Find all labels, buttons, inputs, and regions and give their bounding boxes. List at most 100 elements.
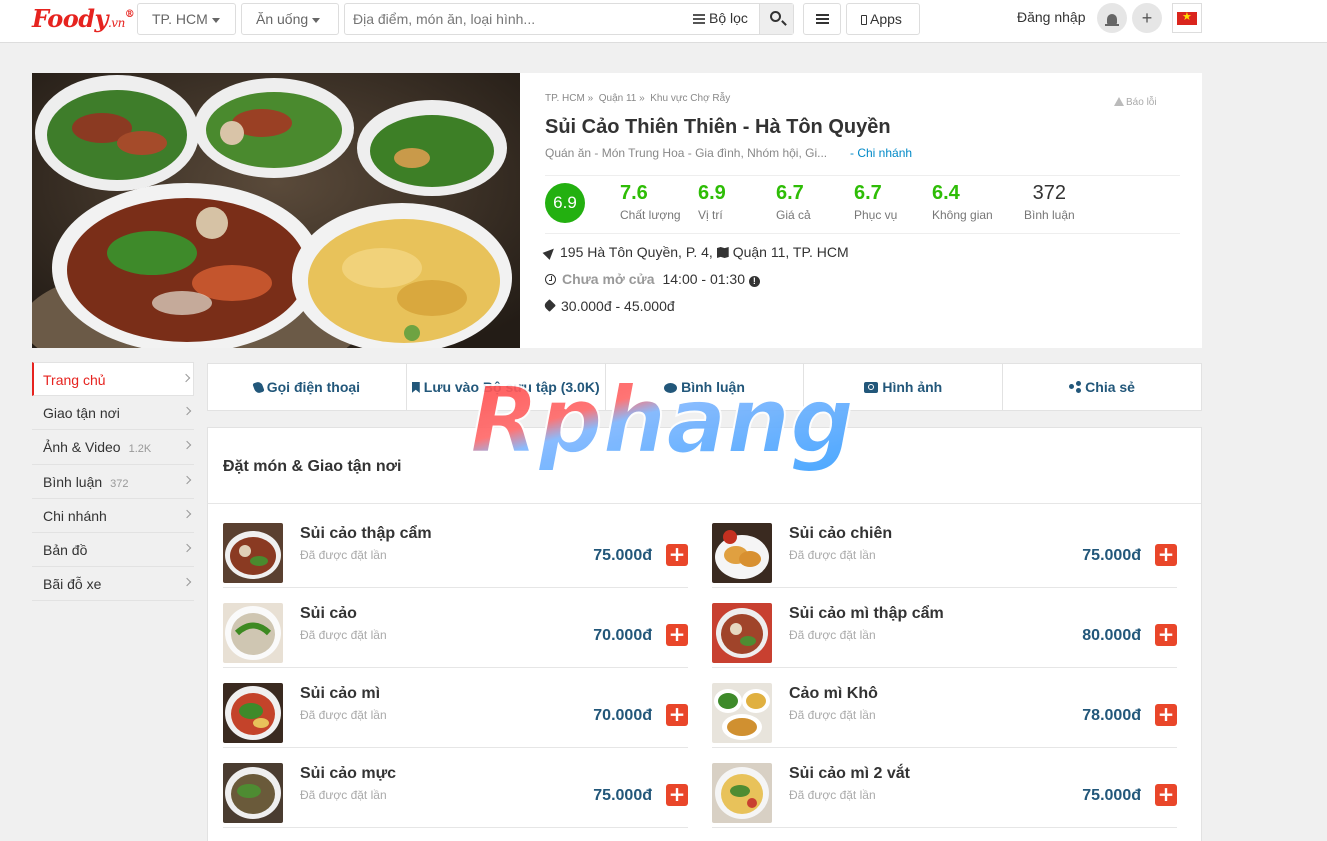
side-item-delivery[interactable]: Giao tận nơi bbox=[32, 396, 194, 431]
branch-link[interactable]: - Chi nhánh bbox=[850, 146, 912, 160]
dish-thumbnail[interactable] bbox=[223, 523, 283, 583]
dish-price: 70.000đ bbox=[593, 627, 652, 644]
mobile-icon bbox=[861, 15, 867, 25]
restaurant-name: Sủi Cảo Thiên Thiên - Hà Tôn Quyền bbox=[545, 116, 891, 138]
dish-order-count: Đã được đặt lần bbox=[300, 628, 387, 642]
score-service: 6.7 Phục vụ bbox=[854, 182, 898, 222]
add-place-button[interactable]: + bbox=[1132, 3, 1162, 33]
share-button[interactable]: Chia sẻ bbox=[1003, 364, 1201, 410]
dish-price: 80.000đ bbox=[1082, 627, 1141, 644]
breadcrumb-city[interactable]: TP. HCM bbox=[545, 93, 585, 104]
food-bowls-image bbox=[32, 73, 520, 348]
side-item-reviews[interactable]: Bình luận 372 bbox=[32, 465, 194, 499]
side-item-photos-videos[interactable]: Ảnh & Video 1.2K bbox=[32, 430, 194, 465]
language-button[interactable] bbox=[1172, 3, 1202, 33]
dish-thumbnail[interactable] bbox=[712, 523, 772, 583]
chevron-right-icon bbox=[182, 509, 192, 518]
dish-order-count: Đã được đặt lần bbox=[300, 708, 387, 722]
search-button[interactable] bbox=[759, 4, 793, 34]
restaurant-cover-photo[interactable] bbox=[32, 73, 520, 348]
photos-button[interactable]: Hình ảnh bbox=[804, 364, 1004, 410]
dish-thumbnail[interactable] bbox=[223, 603, 283, 663]
price-range: 30.000đ - 45.000đ bbox=[561, 298, 675, 314]
menu-item: Sủi cảo chiên Đã được đặt lần 75.000đ + bbox=[712, 508, 1177, 588]
restaurant-info-panel: TP. HCM » Quận 11 » Khu vực Chợ Rẫy Báo … bbox=[520, 73, 1202, 348]
apps-button[interactable]: Apps bbox=[846, 3, 920, 35]
side-item-parking[interactable]: Bãi đỗ xe bbox=[32, 567, 194, 602]
side-item-branches[interactable]: Chi nhánh bbox=[32, 499, 194, 533]
dish-order-count: Đã được đặt lần bbox=[789, 628, 876, 642]
menu-item: Sủi cảo thập cẩm Đã được đặt lần 75.000đ… bbox=[223, 508, 688, 588]
save-collection-button[interactable]: Lưu vào Bộ sưu tập (3.0K) bbox=[407, 364, 606, 410]
info-icon[interactable]: ! bbox=[748, 276, 760, 287]
category-dropdown[interactable]: Ăn uống bbox=[241, 3, 339, 35]
notification-button[interactable] bbox=[1097, 3, 1127, 33]
dish-thumbnail[interactable] bbox=[223, 683, 283, 743]
search-input[interactable] bbox=[345, 4, 685, 34]
add-to-cart-button[interactable]: + bbox=[1155, 784, 1177, 806]
chevron-right-icon bbox=[182, 406, 192, 416]
menu-button[interactable] bbox=[803, 3, 841, 35]
score-price: 6.7 Giá cả bbox=[776, 182, 811, 222]
side-item-home[interactable]: Trang chủ bbox=[32, 362, 194, 397]
bell-icon bbox=[1105, 14, 1119, 26]
clock-icon bbox=[545, 274, 556, 285]
foody-logo[interactable]: Foody.vn® bbox=[32, 4, 135, 33]
phone-icon bbox=[252, 380, 265, 395]
score-location: 6.9 Vị trí bbox=[698, 182, 726, 222]
top-navbar: Foody.vn® TP. HCM Ăn uống Bộ lọc Apps Đă… bbox=[0, 0, 1327, 43]
filter-button[interactable]: Bộ lọc bbox=[693, 10, 748, 26]
dish-thumbnail[interactable] bbox=[712, 683, 772, 743]
order-section-title: Đặt món & Giao tận nơi bbox=[223, 458, 402, 475]
score-space: 6.4 Không gian bbox=[932, 182, 993, 222]
add-to-cart-button[interactable]: + bbox=[666, 784, 688, 806]
chevron-right-icon bbox=[182, 475, 192, 484]
dish-order-count: Đã được đặt lần bbox=[789, 548, 876, 562]
open-status: Chưa mở cửa bbox=[562, 271, 655, 287]
divider bbox=[545, 233, 1180, 234]
apps-label: Apps bbox=[870, 11, 902, 27]
add-to-cart-button[interactable]: + bbox=[1155, 704, 1177, 726]
chevron-down-icon bbox=[211, 17, 220, 23]
side-item-map[interactable]: Bản đồ bbox=[32, 533, 194, 568]
dish-thumbnail[interactable] bbox=[223, 763, 283, 823]
add-to-cart-button[interactable]: + bbox=[666, 704, 688, 726]
action-bar: Gọi điện thoại Lưu vào Bộ sưu tập (3.0K)… bbox=[207, 363, 1202, 411]
dish-price: 75.000đ bbox=[1082, 787, 1141, 804]
dish-order-count: Đã được đặt lần bbox=[789, 788, 876, 802]
add-to-cart-button[interactable]: + bbox=[666, 624, 688, 646]
chevron-down-icon bbox=[312, 17, 321, 23]
dish-name: Sủi cảo mì thập cẩm bbox=[789, 605, 944, 622]
sliders-icon bbox=[693, 14, 705, 25]
report-error-link[interactable]: Báo lỗi bbox=[1114, 97, 1157, 108]
add-to-cart-button[interactable]: + bbox=[1155, 544, 1177, 566]
overall-score-badge: 6.9 bbox=[545, 183, 585, 223]
bookmark-icon bbox=[411, 382, 420, 393]
dish-price: 75.000đ bbox=[593, 547, 652, 564]
dish-thumbnail[interactable] bbox=[712, 763, 772, 823]
filter-label: Bộ lọc bbox=[709, 10, 748, 26]
menu-item: Sủi cảo mì Đã được đặt lần 70.000đ + bbox=[223, 668, 688, 748]
breadcrumb: TP. HCM » Quận 11 » Khu vực Chợ Rẫy bbox=[545, 93, 731, 104]
menu-item: Sủi cảo Đã được đặt lần 70.000đ + bbox=[223, 588, 688, 668]
add-to-cart-button[interactable]: + bbox=[1155, 624, 1177, 646]
price-tag-icon bbox=[543, 299, 556, 312]
chevron-right-icon bbox=[182, 441, 192, 450]
call-button[interactable]: Gọi điện thoại bbox=[208, 364, 407, 410]
order-delivery-panel: Đặt món & Giao tận nơi Sủi cảo thập cẩm … bbox=[207, 427, 1202, 841]
dish-name: Sủi cảo mực bbox=[300, 765, 397, 782]
dish-price: 75.000đ bbox=[1082, 547, 1141, 564]
district-text[interactable]: Quận 11, TP. HCM bbox=[733, 244, 849, 260]
side-menu: Trang chủ Giao tận nơi Ảnh & Video 1.2K B… bbox=[32, 362, 194, 602]
review-count[interactable]: 372 Bình luận bbox=[1024, 182, 1075, 222]
add-to-cart-button[interactable]: + bbox=[666, 544, 688, 566]
warning-icon bbox=[1114, 97, 1124, 106]
login-link[interactable]: Đăng nhập bbox=[1017, 9, 1086, 25]
breadcrumb-district[interactable]: Quận 11 bbox=[599, 93, 637, 104]
dish-thumbnail[interactable] bbox=[712, 603, 772, 663]
dish-name: Sủi cảo mì bbox=[300, 685, 381, 702]
city-dropdown[interactable]: TP. HCM bbox=[137, 3, 236, 35]
breadcrumb-area[interactable]: Khu vực Chợ Rẫy bbox=[650, 93, 730, 104]
menu-item: Sủi cảo mực Đã được đặt lần 75.000đ + bbox=[223, 748, 688, 828]
comment-button[interactable]: Bình luận bbox=[606, 364, 805, 410]
